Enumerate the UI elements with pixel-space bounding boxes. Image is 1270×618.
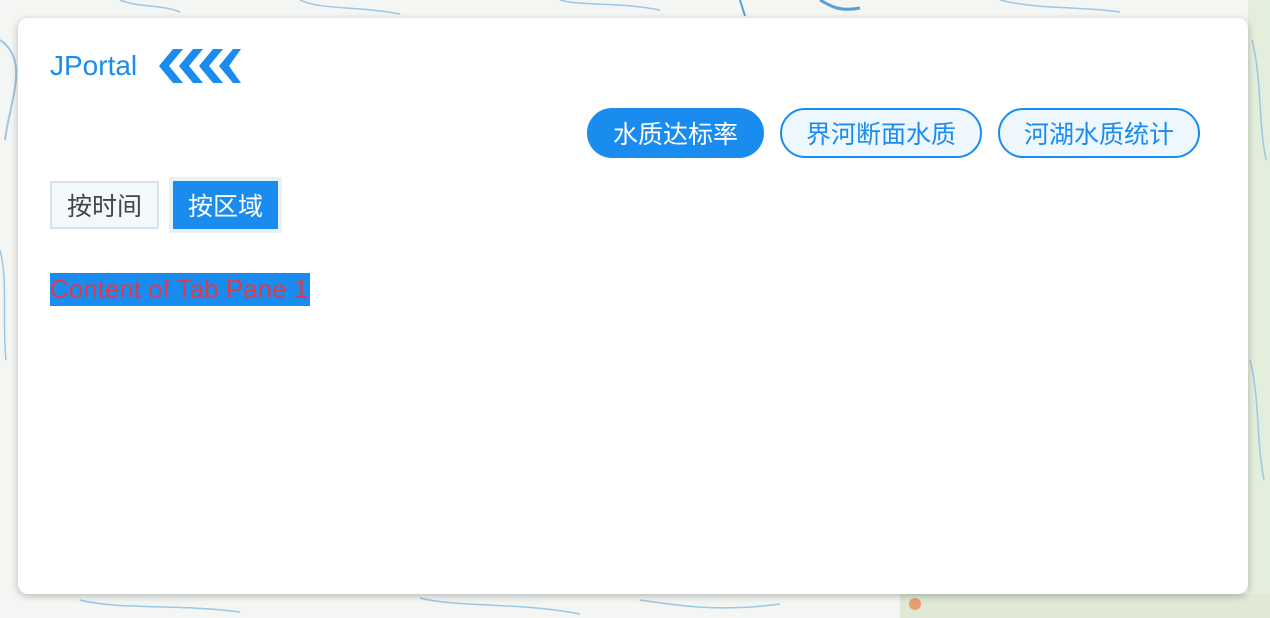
double-chevron-left-icon[interactable] <box>159 49 242 83</box>
tab-pane-content: Content of Tab Pane 1 <box>50 273 311 306</box>
tab-water-quality-compliance-rate[interactable]: 水质达标率 <box>586 108 764 158</box>
subtab-by-region[interactable]: 按区域 <box>169 177 283 233</box>
sub-tabs: 按时间 按区域 <box>50 177 283 233</box>
subtab-by-time[interactable]: 按时间 <box>50 181 160 229</box>
app-title: JPortal <box>50 50 138 81</box>
category-tabs: 水质达标率 界河断面水质 河湖水质统计 <box>586 108 1200 158</box>
tab-boundary-river-section-quality[interactable]: 界河断面水质 <box>779 108 982 158</box>
main-panel: JPortal 水质达标率 界河断面水质 河湖水质统计 按时间 按区域 Cont… <box>18 18 1248 594</box>
panel-header: JPortal <box>50 48 242 84</box>
tab-river-lake-quality-statistics[interactable]: 河湖水质统计 <box>997 108 1200 158</box>
